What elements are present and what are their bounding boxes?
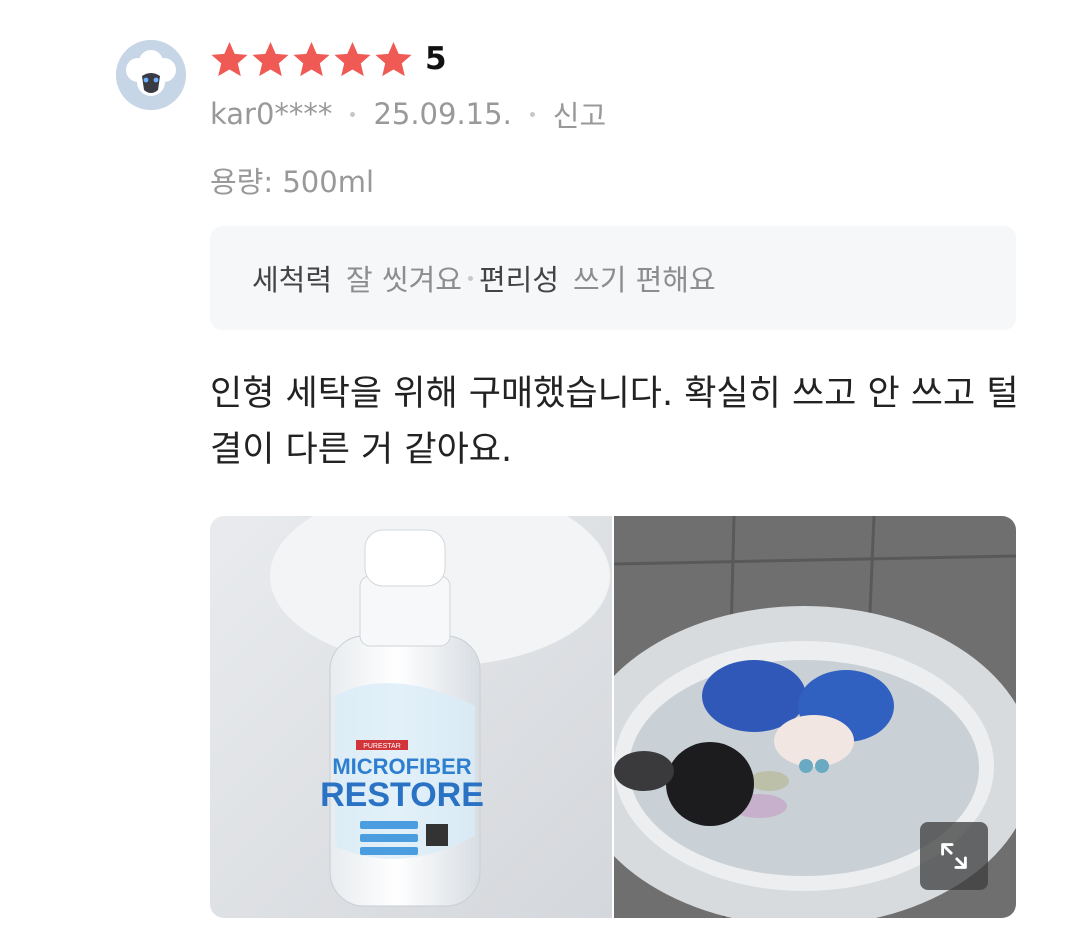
review-photo-dolls[interactable] [614,516,1016,918]
review-summary-box: 세척력 잘 씻겨요 편리성 쓰기 편해요 [210,226,1016,330]
bottle-brand: PURESTAR [363,743,401,750]
summary-value-cleaning: 잘 씻겨요 [346,263,462,297]
star-icon [210,40,249,79]
review-meta: kar0**** 25.09.15. 신고 [210,92,606,136]
star-icon [333,40,372,79]
star-rating [210,40,413,79]
reviewer-name: kar0**** [210,97,333,131]
expand-icon [941,843,967,869]
summary-key-convenience: 편리성 [479,263,560,297]
summary-key-cleaning: 세척력 [252,263,333,297]
star-icon [374,40,413,79]
summary-value-convenience: 쓰기 편해요 [573,263,716,297]
review-photos: PURESTAR MICROFIBER RESTORE [210,516,1016,918]
expand-photo-button[interactable] [920,822,988,890]
separator-dot [468,275,473,281]
report-link[interactable]: 신고 [553,93,606,135]
purchase-option: 용량: 500ml [210,165,375,199]
user-avatar [116,40,186,110]
separator-dot [350,111,356,117]
rating-row: 5 [210,38,447,80]
separator-dot [529,111,535,117]
star-icon [292,40,331,79]
review-photo-bottle[interactable]: PURESTAR MICROFIBER RESTORE [210,516,612,918]
rating-score: 5 [425,41,447,77]
star-icon [251,40,290,79]
bottle-label-line2: RESTORE [320,776,484,814]
review-date: 25.09.15. [373,97,512,131]
review-body: 인형 세탁을 위해 구매했습니다. 확실히 쓰고 안 쓰고 털결이 다른 거 같… [210,374,1019,470]
